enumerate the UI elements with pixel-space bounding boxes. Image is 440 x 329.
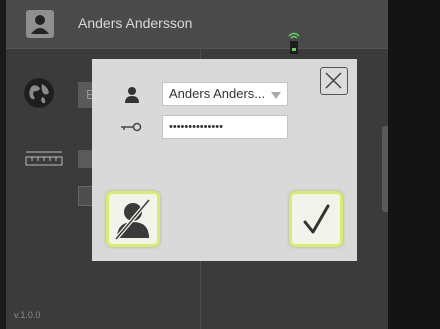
username-label: Anders Andersson — [78, 15, 193, 31]
checkmark-icon — [303, 204, 330, 234]
version-label: v.1.0.0 — [14, 310, 41, 320]
user-select[interactable]: Anders Anders... — [162, 82, 288, 106]
close-icon — [325, 72, 342, 89]
user-select-value: Anders Anders... — [169, 86, 266, 101]
chevron-down-icon — [271, 92, 281, 99]
right-dark-area — [388, 0, 440, 329]
top-bar: Anders Andersson — [6, 0, 388, 49]
user-icon — [124, 86, 140, 104]
globe-icon — [24, 78, 54, 108]
router-icon — [286, 30, 302, 56]
key-icon — [120, 119, 142, 132]
password-field[interactable]: •••••••••••••• — [162, 115, 288, 139]
user-slash-icon — [114, 198, 151, 241]
user-avatar-icon[interactable] — [26, 10, 54, 38]
logout-user-button[interactable] — [106, 191, 160, 247]
ruler-icon — [24, 150, 64, 166]
close-button[interactable] — [320, 67, 348, 95]
confirm-button[interactable] — [289, 191, 343, 247]
login-dialog: Anders Anders... •••••••••••••• — [92, 59, 357, 261]
